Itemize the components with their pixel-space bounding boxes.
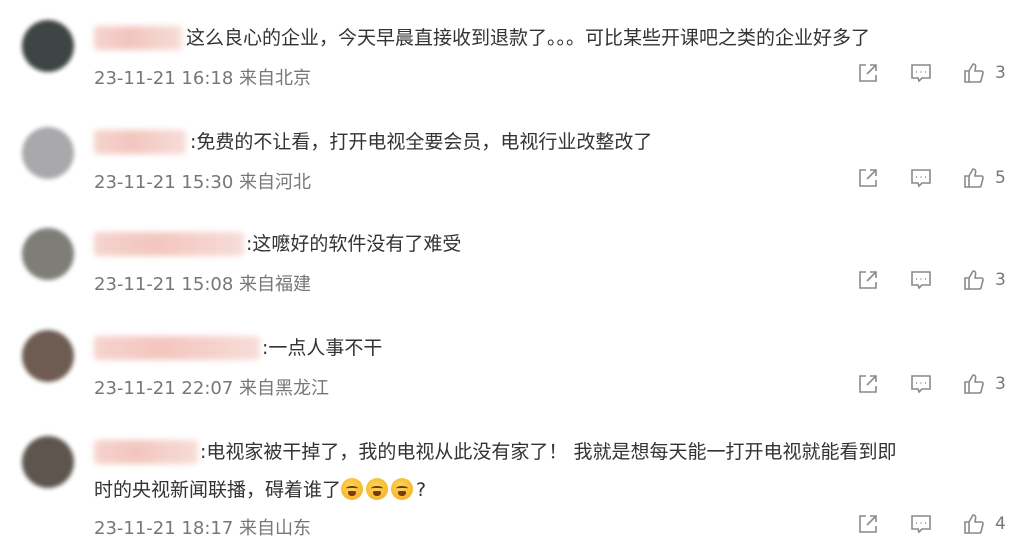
comment-text: :这嚒好的软件没有了难受 xyxy=(246,233,462,255)
thumbs-up-icon[interactable] xyxy=(962,372,986,396)
share-icon[interactable] xyxy=(856,61,880,85)
avatar[interactable] xyxy=(22,127,74,179)
comment-meta: 23-11-21 18:17 来自山东 xyxy=(94,518,312,539)
comment-text-line-2-prefix: 时的央视新闻联播，碍着谁了 xyxy=(94,479,342,501)
comment-icon[interactable] xyxy=(909,61,933,85)
comment-actions: 3 xyxy=(856,61,1016,89)
comment-text-line-2: 时的央视新闻联播，碍着谁了? xyxy=(94,474,426,506)
username-blurred[interactable] xyxy=(94,26,182,50)
comment-actions: 5 xyxy=(856,166,1016,194)
comment-actions: 3 xyxy=(856,372,1016,400)
thumbs-up-icon[interactable] xyxy=(962,61,986,85)
comment-actions: 3 xyxy=(856,268,1016,296)
like-count: 3 xyxy=(995,270,1006,290)
comment-icon[interactable] xyxy=(909,372,933,396)
share-icon[interactable] xyxy=(856,166,880,190)
avatar[interactable] xyxy=(22,330,74,382)
crying-emoji-icon xyxy=(391,478,414,500)
comment-text: 这么良心的企业，今天早晨直接收到退款了。。。可比某些开课吧之类的企业好多了 xyxy=(186,27,871,49)
comment-meta: 23-11-21 22:07 来自黑龙江 xyxy=(94,378,330,399)
like-count: 3 xyxy=(995,374,1006,394)
comment-meta: 23-11-21 16:18 来自北京 xyxy=(94,68,312,89)
like-count: 5 xyxy=(995,168,1006,188)
comment-icon[interactable] xyxy=(909,512,933,536)
comment-text: :一点人事不干 xyxy=(262,337,383,359)
comment-meta: 23-11-21 15:08 来自福建 xyxy=(94,274,312,295)
comment-icon[interactable] xyxy=(909,268,933,292)
thumbs-up-icon[interactable] xyxy=(962,166,986,190)
share-icon[interactable] xyxy=(856,372,880,396)
username-blurred[interactable] xyxy=(94,232,244,256)
thumbs-up-icon[interactable] xyxy=(962,268,986,292)
thumbs-up-icon[interactable] xyxy=(962,512,986,536)
like-count: 4 xyxy=(995,514,1006,534)
share-icon[interactable] xyxy=(856,512,880,536)
comment-meta: 23-11-21 15:30 来自河北 xyxy=(94,172,312,193)
username-blurred[interactable] xyxy=(94,336,260,360)
crying-emoji-icon xyxy=(366,478,389,500)
share-icon[interactable] xyxy=(856,268,880,292)
username-blurred[interactable] xyxy=(94,130,186,154)
avatar[interactable] xyxy=(22,228,74,280)
like-count: 3 xyxy=(995,63,1006,83)
comment-text-line-1: :电视家被干掉了，我的电视从此没有家了！ 我就是想每天能一打开电视就能看到即 xyxy=(200,441,897,463)
comment-actions: 4 xyxy=(856,512,1016,540)
comment-text-line-2-suffix: ? xyxy=(416,479,427,501)
comment-icon[interactable] xyxy=(909,166,933,190)
comment-text: :免费的不让看，打开电视全要会员，电视行业改整改了 xyxy=(190,131,653,153)
crying-emoji-icon xyxy=(341,478,364,500)
username-blurred[interactable] xyxy=(94,440,198,464)
avatar[interactable] xyxy=(22,436,74,488)
avatar[interactable] xyxy=(22,20,74,72)
